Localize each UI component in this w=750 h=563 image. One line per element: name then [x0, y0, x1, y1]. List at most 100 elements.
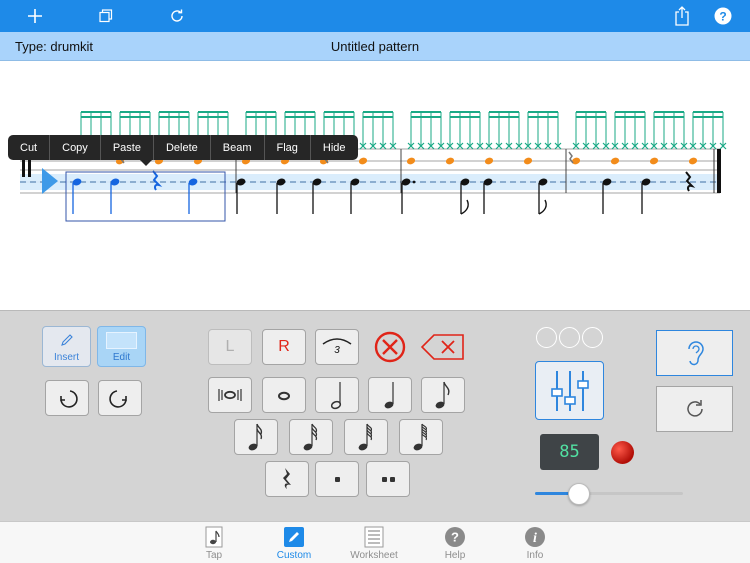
- snare-note: [484, 157, 494, 165]
- duplicate-icon[interactable]: [92, 2, 120, 30]
- svg-text:?: ?: [719, 10, 726, 24]
- dot-button[interactable]: [315, 461, 359, 497]
- percussion-clef-bar: [28, 159, 31, 177]
- bottom-tab-bar: Tap Custom Worksheet ? Help i Info: [0, 521, 750, 563]
- tempo-display[interactable]: 85: [540, 434, 599, 470]
- eighth-note-icon: [435, 381, 450, 409]
- voice-select-2[interactable]: [559, 327, 580, 348]
- insert-mode-label: Insert: [53, 352, 79, 363]
- voice-select-3[interactable]: [582, 327, 603, 348]
- help-icon[interactable]: ?: [709, 2, 737, 30]
- right-hand-button[interactable]: R: [262, 329, 306, 365]
- selection-box-icon: [106, 332, 137, 349]
- note-flag: [460, 199, 469, 215]
- multimeasure-rest-button[interactable]: [208, 377, 252, 413]
- context-menu-pointer: [139, 159, 153, 166]
- edit-mode-button[interactable]: Edit: [97, 326, 146, 367]
- menu-item-paste[interactable]: Paste: [101, 135, 154, 160]
- triplet-label: 3: [334, 345, 340, 356]
- double-dot-button[interactable]: [366, 461, 410, 497]
- tab-help-label: Help: [444, 550, 466, 561]
- playhead-marker: [42, 168, 58, 194]
- whole-note-icon: [278, 391, 290, 401]
- eighth-note-button[interactable]: [421, 377, 465, 413]
- quarter-note-icon: [384, 382, 394, 409]
- menu-item-hide[interactable]: Hide: [311, 135, 358, 160]
- refresh-icon[interactable]: [163, 2, 191, 30]
- mixer-button[interactable]: [535, 361, 604, 420]
- rest-button[interactable]: [265, 461, 309, 497]
- pattern-info-bar: Type: drumkit Untitled pattern: [0, 32, 750, 61]
- share-icon[interactable]: [668, 2, 696, 30]
- note-flag: [538, 199, 547, 215]
- redo-button[interactable]: [98, 380, 142, 416]
- sixty-fourth-note-button[interactable]: [344, 419, 388, 455]
- thirty-second-note-icon: [303, 423, 318, 451]
- loop-icon: [686, 400, 703, 417]
- menu-item-copy[interactable]: Copy: [50, 135, 101, 160]
- tab-worksheet[interactable]: Worksheet: [342, 526, 406, 562]
- info-circle-icon: i: [525, 527, 545, 547]
- tab-custom-label: Custom: [276, 550, 312, 561]
- menu-item-beam[interactable]: Beam: [211, 135, 265, 160]
- loop-button[interactable]: [656, 386, 733, 432]
- record-button[interactable]: [611, 441, 634, 464]
- tab-info[interactable]: i Info: [503, 526, 567, 562]
- note-page-icon: [205, 526, 223, 548]
- worksheet-icon: [364, 526, 384, 548]
- snare-note: [649, 157, 659, 165]
- help-circle-icon: ?: [445, 527, 465, 547]
- final-barline-thick: [717, 149, 721, 193]
- backspace-icon: [420, 334, 464, 360]
- pattern-title[interactable]: Untitled pattern: [0, 39, 750, 54]
- backspace-button[interactable]: [420, 331, 466, 363]
- undo-icon: [60, 390, 78, 408]
- ear-icon: [687, 341, 704, 366]
- quarter-note-button[interactable]: [368, 377, 412, 413]
- tab-tap[interactable]: Tap: [182, 526, 246, 562]
- svg-text:i: i: [533, 531, 537, 546]
- undo-button[interactable]: [45, 380, 89, 416]
- listen-button[interactable]: [656, 330, 733, 376]
- score-area[interactable]: [0, 62, 750, 310]
- voice-select-1[interactable]: [536, 327, 557, 348]
- thirty-second-note-button[interactable]: [289, 419, 333, 455]
- whole-note-button[interactable]: [262, 377, 306, 413]
- plus-icon[interactable]: [21, 2, 49, 30]
- edit-context-menu: Cut Copy Paste Delete Beam Flag Hide: [8, 135, 358, 160]
- tab-custom[interactable]: Custom: [262, 526, 326, 562]
- triplet-button[interactable]: 3: [315, 329, 359, 365]
- half-note-icon: [330, 382, 342, 410]
- insert-mode-button[interactable]: Insert: [42, 326, 91, 367]
- augmentation-dot: [412, 180, 416, 184]
- menu-item-cut[interactable]: Cut: [8, 135, 51, 160]
- snare-note: [445, 157, 455, 165]
- snare-note: [523, 157, 533, 165]
- percussion-clef-bar: [22, 159, 25, 177]
- pencil-icon: [284, 527, 304, 547]
- tab-worksheet-label: Worksheet: [350, 550, 398, 561]
- left-hand-button[interactable]: L: [208, 329, 252, 365]
- double-dot-icon: [381, 476, 395, 482]
- menu-item-flag[interactable]: Flag: [265, 135, 311, 160]
- svg-text:?: ?: [451, 530, 459, 545]
- tab-info-label: Info: [526, 550, 544, 561]
- sixteenth-note-button[interactable]: [234, 419, 278, 455]
- snare-note: [688, 157, 698, 165]
- clear-notes-button[interactable]: [371, 329, 409, 365]
- redo-icon: [109, 390, 127, 408]
- snare-note: [406, 157, 416, 165]
- edit-mode-label: Edit: [112, 352, 131, 363]
- half-note-button[interactable]: [315, 377, 359, 413]
- hundred-twenty-eighth-note-button[interactable]: [399, 419, 443, 455]
- snare-note: [571, 157, 581, 165]
- tab-help[interactable]: ? Help: [423, 526, 487, 562]
- hundred-twenty-eighth-note-icon: [413, 423, 427, 451]
- menu-item-delete[interactable]: Delete: [154, 135, 211, 160]
- tab-tap-label: Tap: [205, 550, 223, 561]
- snare-note: [610, 157, 620, 165]
- sixty-fourth-note-icon: [358, 423, 373, 451]
- drum-notation-staff[interactable]: [0, 62, 750, 310]
- dot-icon: [334, 476, 340, 482]
- snare-note: [358, 157, 368, 165]
